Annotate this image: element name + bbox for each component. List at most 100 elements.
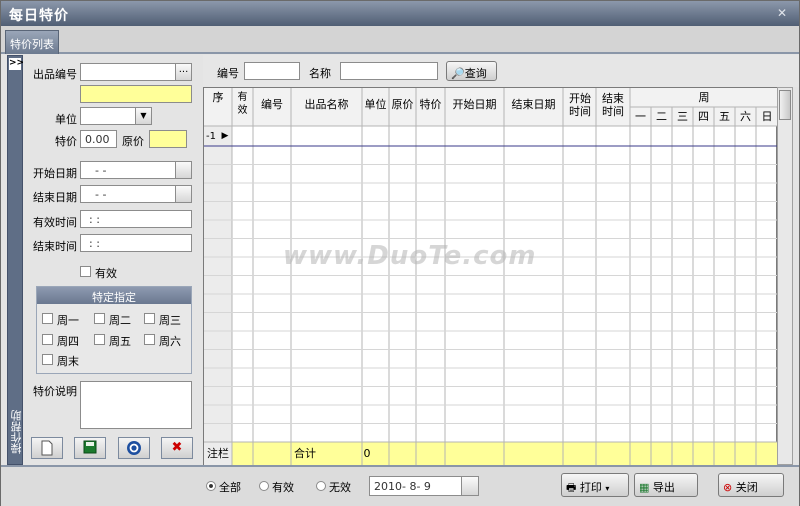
col-week-sat[interactable]: 六: [735, 110, 756, 123]
window-title: 每日特价: [9, 8, 69, 24]
special-price-input[interactable]: 0.00: [80, 130, 117, 148]
date-filter-calendar-icon[interactable]: [461, 476, 479, 496]
col-original-price-header[interactable]: 原价: [389, 98, 416, 111]
save-icon[interactable]: [74, 437, 106, 459]
original-price-label: 原价: [122, 135, 144, 148]
weekend-label: 周末: [57, 355, 79, 368]
col-week-sun[interactable]: 日: [756, 110, 778, 123]
chevron-down-icon[interactable]: ▾: [605, 484, 609, 493]
query-button[interactable]: 🔎查询: [446, 61, 497, 81]
unit-select[interactable]: [80, 107, 136, 125]
filter-valid-label: 有效: [272, 481, 294, 494]
tab-special-price-list[interactable]: 特价列表: [5, 30, 59, 54]
description-textarea[interactable]: [80, 381, 192, 429]
fri-label: 周五: [109, 335, 131, 348]
sat-label: 周六: [159, 335, 181, 348]
expand-icon[interactable]: >>: [9, 58, 24, 70]
tue-label: 周二: [109, 314, 131, 327]
close-circle-icon: ⊗: [723, 481, 733, 494]
export-button[interactable]: ▦ 导出: [634, 473, 698, 497]
main-window: 每日特价 ✕ 特价列表 >> 操作帮助 出品编号 ... 单位 ▼ 特价 0.0…: [0, 0, 800, 506]
refresh-icon[interactable]: [118, 437, 150, 459]
mon-checkbox[interactable]: [42, 313, 53, 324]
wed-label: 周三: [159, 314, 181, 327]
search-no-label: 编号: [217, 67, 239, 80]
end-date-input[interactable]: - -: [80, 185, 179, 203]
col-week-thu[interactable]: 四: [693, 110, 714, 123]
print-label: 打印: [579, 481, 602, 494]
col-start-time-header[interactable]: 开始时间: [566, 92, 594, 118]
row-seq-value: -1: [206, 131, 216, 142]
original-price-display: [149, 130, 187, 148]
thu-label: 周四: [57, 335, 79, 348]
watermark-text: www.DuoTe.com: [283, 241, 537, 271]
col-week-wed[interactable]: 三: [672, 110, 693, 123]
wed-checkbox[interactable]: [144, 313, 155, 324]
col-week-tue[interactable]: 二: [651, 110, 672, 123]
print-button[interactable]: 🖶 打印 ▾: [561, 473, 629, 497]
col-week-mon[interactable]: 一: [630, 110, 651, 123]
valid-time-input[interactable]: : :: [80, 210, 192, 228]
chevron-down-icon[interactable]: ▼: [135, 107, 152, 125]
end-time-label: 结束时间: [33, 240, 77, 253]
product-no-label: 出品编号: [33, 68, 77, 81]
bottom-bar: 全部 有效 无效 2010- 8- 9 🖶 打印 ▾ ▦ 导出 ⊗ 关闭: [1, 465, 799, 506]
delete-icon[interactable]: ✖: [161, 437, 193, 459]
end-time-input[interactable]: : :: [80, 234, 192, 252]
thu-checkbox[interactable]: [42, 334, 53, 345]
close-icon[interactable]: ✕: [777, 6, 787, 20]
close-button[interactable]: ⊗ 关闭: [718, 473, 784, 497]
current-row-indicator-icon: ▶: [221, 131, 229, 141]
designate-group: 特定指定 周一 周二 周三 周四 周五 周六 周末: [36, 286, 192, 374]
special-price-table[interactable]: 序 有效 编号 出品名称 单位 原价 特价 开始日期 结束日期 开始时间 结束时…: [203, 87, 778, 466]
valid-checkbox-label: 有效: [95, 267, 117, 280]
col-week-header: 周: [698, 91, 710, 104]
tue-checkbox[interactable]: [94, 313, 105, 324]
end-date-calendar-icon[interactable]: [175, 185, 192, 203]
help-side-strip[interactable]: >> 操作帮助: [7, 55, 24, 465]
search-name-label: 名称: [309, 67, 331, 80]
search-no-input[interactable]: [244, 62, 300, 80]
fri-checkbox[interactable]: [94, 334, 105, 345]
special-price-label: 特价: [55, 135, 77, 148]
filter-all-label: 全部: [219, 481, 241, 494]
mon-label: 周一: [57, 314, 79, 327]
end-date-label: 结束日期: [33, 191, 77, 204]
search-icon: 🔎: [451, 67, 465, 80]
description-label: 特价说明: [33, 385, 77, 398]
new-icon[interactable]: [31, 437, 63, 459]
browse-button[interactable]: ...: [175, 63, 192, 81]
printer-icon: 🖶: [566, 481, 577, 494]
filter-all-radio[interactable]: [206, 481, 216, 491]
product-name-display: [80, 85, 192, 103]
col-seq-header[interactable]: 序: [204, 91, 232, 104]
col-week-fri[interactable]: 五: [714, 110, 735, 123]
export-label: 导出: [652, 481, 675, 494]
title-bar: 每日特价 ✕: [1, 1, 799, 26]
valid-checkbox[interactable]: [80, 266, 91, 277]
weekend-checkbox[interactable]: [42, 354, 53, 365]
search-name-input[interactable]: [340, 62, 438, 80]
date-filter-input[interactable]: 2010- 8- 9: [369, 476, 463, 496]
tab-bar: 特价列表: [1, 26, 799, 54]
col-end-date-header[interactable]: 结束日期: [504, 98, 563, 111]
col-end-time-header[interactable]: 结束时间: [599, 92, 627, 118]
sat-checkbox[interactable]: [144, 334, 155, 345]
start-date-label: 开始日期: [33, 167, 77, 180]
col-special-price-header[interactable]: 特价: [416, 98, 445, 111]
col-start-date-header[interactable]: 开始日期: [445, 98, 504, 111]
footer-sum-value: 0: [363, 447, 371, 460]
col-unit-header[interactable]: 单位: [362, 98, 389, 111]
filter-invalid-radio[interactable]: [316, 481, 326, 491]
col-valid-header[interactable]: 有效: [234, 91, 251, 117]
col-name-header[interactable]: 出品名称: [291, 98, 362, 111]
scrollbar-thumb[interactable]: [779, 90, 791, 120]
start-date-calendar-icon[interactable]: [175, 161, 192, 179]
filter-valid-radio[interactable]: [259, 481, 269, 491]
excel-icon: ▦: [639, 481, 650, 494]
col-no-header[interactable]: 编号: [253, 98, 291, 111]
search-bar: 编号 名称 🔎查询: [203, 55, 799, 87]
product-no-input[interactable]: [80, 63, 176, 81]
start-date-input[interactable]: - -: [80, 161, 179, 179]
table-scrollbar[interactable]: [777, 87, 793, 465]
